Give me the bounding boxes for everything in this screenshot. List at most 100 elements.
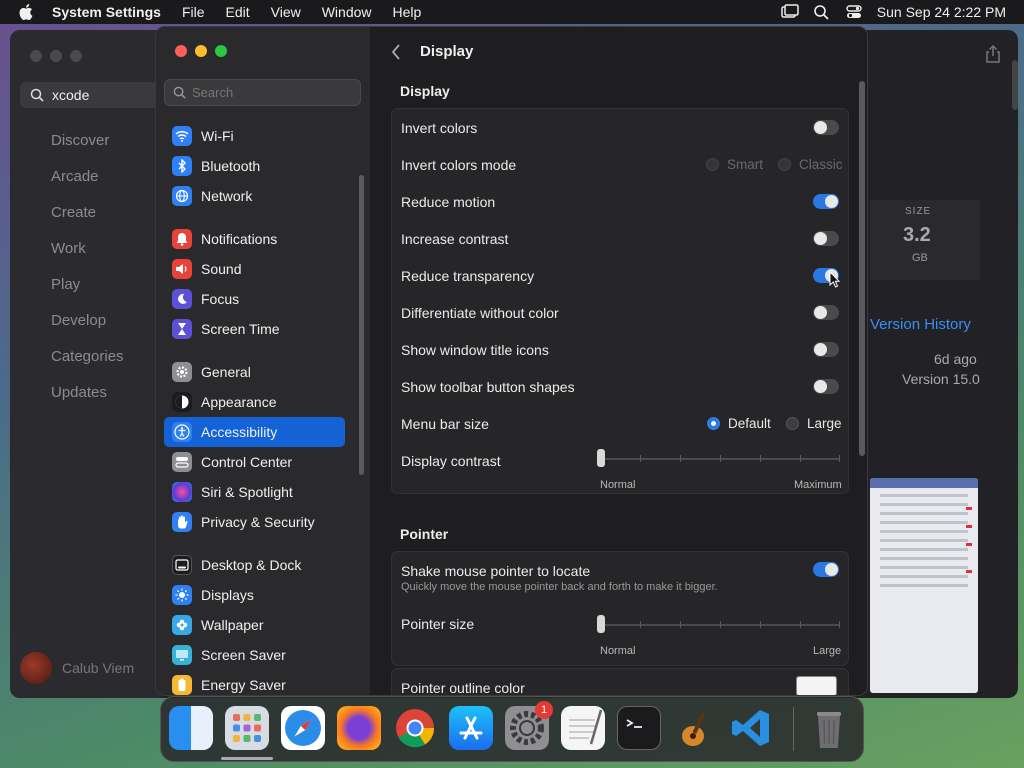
hourglass-icon bbox=[172, 319, 192, 339]
menu-bar-large-radio[interactable]: Large bbox=[786, 416, 842, 431]
sidebar-item-notifications[interactable]: Notifications bbox=[164, 224, 345, 254]
app-store-nav-arcade[interactable]: Arcade bbox=[51, 169, 124, 205]
differentiate-toggle[interactable] bbox=[813, 305, 839, 320]
display-contrast-label: Display contrast bbox=[401, 453, 501, 469]
settings-search-field[interactable]: Search bbox=[164, 79, 361, 106]
menu-edit[interactable]: Edit bbox=[226, 4, 250, 20]
spotlight-search-icon[interactable] bbox=[813, 4, 831, 20]
toolbar-shapes-toggle[interactable] bbox=[813, 379, 839, 394]
reduce-motion-toggle[interactable] bbox=[813, 194, 839, 209]
app-store-nav-develop[interactable]: Develop bbox=[51, 313, 124, 349]
increase-contrast-label: Increase contrast bbox=[401, 231, 509, 247]
invert-colors-mode-label: Invert colors mode bbox=[401, 157, 517, 173]
invert-colors-toggle[interactable] bbox=[813, 120, 839, 135]
app-screenshot-preview[interactable] bbox=[870, 478, 978, 693]
dock-icon bbox=[172, 555, 192, 575]
app-store-nav-work[interactable]: Work bbox=[51, 241, 124, 277]
pointer-outline-color-well[interactable] bbox=[796, 676, 837, 695]
app-store-nav-create[interactable]: Create bbox=[51, 205, 124, 241]
pointer-size-slider[interactable] bbox=[597, 615, 840, 633]
sidebar-item-privacy-security[interactable]: Privacy & Security bbox=[164, 507, 345, 537]
sidebar-item-desktop-dock[interactable]: Desktop & Dock bbox=[164, 550, 345, 580]
dock-textedit-icon[interactable] bbox=[561, 706, 605, 750]
row-invert-colors: Invert colors bbox=[392, 109, 848, 146]
menu-app-name[interactable]: System Settings bbox=[52, 4, 161, 20]
sidebar-item-appearance[interactable]: Appearance bbox=[164, 387, 345, 417]
sidebar-item-label: Wallpaper bbox=[201, 617, 264, 633]
back-chevron-icon[interactable] bbox=[390, 43, 402, 61]
dock-finder-icon[interactable] bbox=[169, 706, 213, 750]
sidebar-item-focus[interactable]: Focus bbox=[164, 284, 345, 314]
zoom-button[interactable] bbox=[215, 45, 227, 57]
moon-icon bbox=[172, 289, 192, 309]
row-menu-bar-size: Menu bar size Default Large bbox=[392, 405, 848, 442]
invert-mode-classic-radio[interactable]: Classic bbox=[778, 157, 843, 172]
sidebar-item-accessibility[interactable]: Accessibility bbox=[164, 417, 345, 447]
sidebar-item-energy-saver[interactable]: Energy Saver bbox=[164, 670, 345, 695]
menu-help[interactable]: Help bbox=[393, 4, 422, 20]
app-store-nav-discover[interactable]: Discover bbox=[51, 133, 124, 169]
sidebar-item-siri-spotlight[interactable]: Siri & Spotlight bbox=[164, 477, 345, 507]
display-contrast-slider-knob[interactable] bbox=[597, 449, 605, 467]
sidebar-item-label: Desktop & Dock bbox=[201, 557, 302, 573]
dock-firefox-icon[interactable] bbox=[337, 706, 381, 750]
trash-icon[interactable] bbox=[807, 706, 851, 750]
screen-mirroring-icon[interactable] bbox=[781, 4, 799, 20]
sidebar-item-bluetooth[interactable]: Bluetooth bbox=[164, 151, 345, 181]
pointer-size-slider-knob[interactable] bbox=[597, 615, 605, 633]
sidebar-item-wifi[interactable]: Wi-Fi bbox=[164, 121, 345, 151]
increase-contrast-toggle[interactable] bbox=[813, 231, 839, 246]
sidebar-item-control-center[interactable]: Control Center bbox=[164, 447, 345, 477]
globe-icon bbox=[172, 186, 192, 206]
dock-garageband-icon[interactable] bbox=[673, 706, 717, 750]
version-history-link[interactable]: Version History bbox=[870, 316, 971, 333]
display-contrast-max-label: Maximum bbox=[794, 479, 842, 491]
sidebar-item-displays[interactable]: Displays bbox=[164, 580, 345, 610]
dock-vscode-icon[interactable] bbox=[729, 706, 773, 750]
content-scrollbar[interactable] bbox=[859, 81, 865, 456]
dock-launchpad-icon[interactable] bbox=[225, 706, 269, 750]
dock-chrome-icon[interactable] bbox=[393, 706, 437, 750]
avatar bbox=[20, 652, 52, 684]
sidebar-item-wallpaper[interactable]: Wallpaper bbox=[164, 610, 345, 640]
sidebar-item-label: Sound bbox=[201, 261, 242, 277]
app-store-nav-updates[interactable]: Updates bbox=[51, 385, 124, 421]
share-icon[interactable] bbox=[985, 45, 1001, 63]
app-store-scrollbar[interactable] bbox=[1012, 60, 1018, 110]
shake-pointer-label: Shake mouse pointer to locate bbox=[401, 563, 591, 579]
reduce-motion-label: Reduce motion bbox=[401, 194, 496, 210]
bell-icon bbox=[172, 229, 192, 249]
pointer-outline-color-label: Pointer outline color bbox=[401, 680, 525, 696]
close-button[interactable] bbox=[175, 45, 187, 57]
menu-bar-default-radio[interactable]: Default bbox=[707, 416, 771, 431]
menubar-clock[interactable]: Sun Sep 24 2:22 PM bbox=[877, 4, 1006, 20]
sidebar-item-general[interactable]: General bbox=[164, 357, 345, 387]
minimize-button[interactable] bbox=[195, 45, 207, 57]
sidebar-scrollbar[interactable] bbox=[359, 175, 364, 475]
invert-mode-smart-label: Smart bbox=[727, 157, 764, 172]
menu-file[interactable]: File bbox=[182, 4, 205, 20]
shake-pointer-toggle[interactable] bbox=[813, 562, 839, 577]
app-store-nav: Discover Arcade Create Work Play Develop… bbox=[51, 133, 124, 421]
sidebar-item-sound[interactable]: Sound bbox=[164, 254, 345, 284]
apple-menu-icon[interactable] bbox=[18, 3, 36, 21]
dock-safari-icon[interactable] bbox=[281, 706, 325, 750]
app-store-nav-play[interactable]: Play bbox=[51, 277, 124, 313]
app-store-nav-categories[interactable]: Categories bbox=[51, 349, 124, 385]
sidebar-item-screen-saver[interactable]: Screen Saver bbox=[164, 640, 345, 670]
menu-window[interactable]: Window bbox=[322, 4, 372, 20]
app-store-user[interactable]: Calub Viem bbox=[20, 652, 134, 684]
title-icons-toggle[interactable] bbox=[813, 342, 839, 357]
sidebar-item-network[interactable]: Network bbox=[164, 181, 345, 211]
display-contrast-slider[interactable] bbox=[597, 449, 840, 467]
sidebar-item-screen-time[interactable]: Screen Time bbox=[164, 314, 345, 344]
row-window-title-icons: Show window title icons bbox=[392, 331, 848, 368]
control-center-icon[interactable] bbox=[845, 4, 863, 20]
invert-mode-classic-label: Classic bbox=[799, 157, 843, 172]
menu-view[interactable]: View bbox=[271, 4, 301, 20]
app-store-search-field[interactable]: xcode bbox=[20, 82, 170, 108]
dock-terminal-icon[interactable] bbox=[617, 706, 661, 750]
menu-bar-default-label: Default bbox=[728, 416, 771, 431]
dock-app-store-icon[interactable] bbox=[449, 706, 493, 750]
invert-mode-smart-radio[interactable]: Smart bbox=[706, 157, 763, 172]
